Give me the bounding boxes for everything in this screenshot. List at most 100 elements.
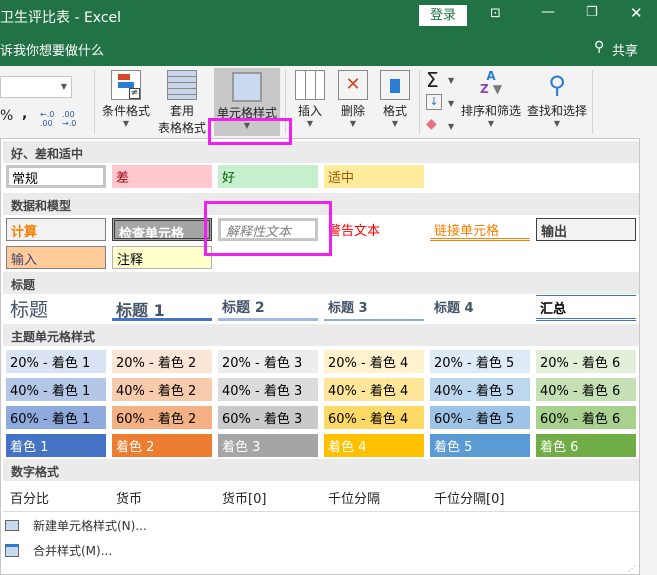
style-cell[interactable]: 差 [112, 165, 212, 188]
format-button[interactable]: 格式 ▼ [375, 66, 415, 128]
theme-style-cell[interactable]: 20% - 着色 6 [536, 350, 636, 373]
section-data-model: 数据和模型 [3, 193, 639, 215]
theme-style-cell[interactable]: 着色 1 [6, 434, 106, 457]
style-cell[interactable]: 输出 [536, 218, 636, 241]
heading-style-cell[interactable]: 标题 3 [324, 295, 424, 321]
theme-style-cell[interactable]: 40% - 着色 2 [112, 378, 212, 401]
number-format-cell[interactable]: 货币[0] [218, 486, 318, 509]
style-cell[interactable]: 警告文本 [324, 218, 424, 241]
format-cells-icon [380, 70, 410, 100]
share-button[interactable]: 共享 [612, 40, 638, 59]
style-cell[interactable]: 输入 [6, 246, 106, 269]
minimize-icon[interactable]: — [541, 4, 555, 20]
restore-icon[interactable]: ❐ [586, 5, 598, 20]
cell-styles-gallery: 好、差和适中 数据和模型 标题 主题单元格样式 数字格式 新建单元格样式(N).… [0, 138, 640, 575]
number-format-dropdown[interactable]: ▼ [0, 76, 72, 98]
theme-style-cell[interactable]: 40% - 着色 5 [430, 378, 530, 401]
merge-styles-label: 合并样式(M)... [33, 544, 113, 558]
find-select-button[interactable]: ⚲ 查找和选择 ▼ [524, 66, 590, 128]
style-cell[interactable]: 检查单元格 [112, 218, 212, 241]
login-button[interactable]: 登录 [419, 5, 467, 26]
insert-button[interactable]: 插入 ▼ [290, 66, 330, 128]
insert-label: 插入 [297, 104, 322, 118]
section-good-bad-neutral: 好、差和适中 [3, 141, 639, 163]
style-cell[interactable]: 好 [218, 165, 318, 188]
section-number-format: 数字格式 [3, 459, 639, 481]
theme-style-cell[interactable]: 20% - 着色 3 [218, 350, 318, 373]
sort-filter-button[interactable]: AZ ▼ 排序和筛选 ▼ [458, 66, 524, 129]
conditional-formatting-icon: ≠ [111, 70, 141, 100]
ribbon-display-icon[interactable]: ⊡ [490, 6, 501, 21]
insert-cells-icon [295, 70, 325, 100]
format-as-table-label2: 表格格式 [157, 121, 206, 135]
theme-style-cell[interactable]: 60% - 着色 4 [324, 406, 424, 429]
heading-style-cell[interactable]: 标题 1 [112, 295, 212, 321]
theme-style-cell[interactable]: 60% - 着色 5 [430, 406, 530, 429]
number-format-cell[interactable]: 货币 [112, 486, 212, 509]
theme-style-cell[interactable]: 20% - 着色 1 [6, 350, 106, 373]
section-titles: 标题 [3, 272, 639, 294]
find-select-label: 查找和选择 [526, 104, 587, 118]
style-cell[interactable]: 计算 [6, 218, 106, 241]
resize-grip[interactable]: ⋰ [628, 564, 636, 573]
magnifier-icon: ⚲ [548, 71, 566, 99]
clear-eraser-icon[interactable]: ◆ [426, 116, 437, 132]
number-format-cell[interactable]: 千位分隔 [324, 486, 424, 509]
theme-style-cell[interactable]: 40% - 着色 6 [536, 378, 636, 401]
cell-styles-label: 单元格样式 [216, 106, 277, 120]
theme-style-cell[interactable]: 着色 5 [430, 434, 530, 457]
theme-style-cell[interactable]: 60% - 着色 6 [536, 406, 636, 429]
format-as-table-icon [167, 70, 197, 100]
heading-style-cell[interactable]: 标题 4 [430, 295, 530, 321]
increase-decimal-button[interactable]: ←.0 .00 [40, 110, 60, 128]
theme-style-cell[interactable]: 60% - 着色 3 [218, 406, 318, 429]
sort-filter-icon: AZ ▼ [479, 69, 503, 96]
ribbon: ▼ % , ←.0 .00 .00 →.0 ≠ 条件格式 ▼ 套用表格格式 单元格… [0, 66, 657, 138]
title-bar: 卫生评比表 - Excel 登录 ⊡ — ❐ ✕ [0, 0, 657, 32]
theme-style-cell[interactable]: 40% - 着色 1 [6, 378, 106, 401]
number-format-cell[interactable]: 千位分隔[0] [430, 486, 530, 509]
delete-label: 删除 [340, 104, 365, 118]
theme-style-cell[interactable]: 着色 6 [536, 434, 636, 457]
format-as-table-button[interactable]: 套用 表格格式 [152, 66, 212, 136]
new-style-label: 新建单元格样式(N)... [33, 519, 147, 533]
decrease-decimal-button[interactable]: .00 →.0 [62, 110, 82, 128]
theme-style-cell[interactable]: 着色 3 [218, 434, 318, 457]
theme-style-cell[interactable]: 60% - 着色 2 [112, 406, 212, 429]
format-as-table-label: 套用 [169, 104, 194, 118]
section-theme-cell-styles: 主题单元格样式 [3, 324, 639, 346]
delete-button[interactable]: ✕ 删除 ▼ [333, 66, 373, 128]
user-icon: ⚲ [594, 39, 605, 55]
style-cell[interactable]: 适中 [324, 165, 424, 188]
heading-style-cell[interactable]: 标题 [6, 295, 106, 321]
theme-style-cell[interactable]: 20% - 着色 2 [112, 350, 212, 373]
heading-style-cell[interactable]: 汇总 [536, 295, 636, 321]
tell-me-input[interactable]: 诉我你想要做什么 [0, 40, 104, 59]
theme-style-cell[interactable]: 20% - 着色 4 [324, 350, 424, 373]
autosum-icon[interactable]: Σ [426, 68, 439, 92]
theme-style-cell[interactable]: 20% - 着色 5 [430, 350, 530, 373]
theme-style-cell[interactable]: 40% - 着色 3 [218, 378, 318, 401]
fill-icon[interactable]: ↓ [426, 94, 442, 110]
comma-style-button[interactable]: , [22, 106, 27, 122]
cell-styles-button[interactable]: 单元格样式 ▼ [214, 68, 280, 136]
theme-style-cell[interactable]: 60% - 着色 1 [6, 406, 106, 429]
style-cell[interactable]: 常规 [6, 165, 106, 188]
theme-style-cell[interactable]: 40% - 着色 4 [324, 378, 424, 401]
tell-me-bar: 诉我你想要做什么 ⚲ 共享 [0, 32, 657, 66]
percent-style-button[interactable]: % [0, 108, 13, 124]
style-cell[interactable]: 解释性文本 [218, 218, 318, 241]
sort-filter-label: 排序和筛选 [460, 104, 521, 118]
style-cell[interactable]: 注释 [112, 246, 212, 269]
theme-style-cell[interactable]: 着色 4 [324, 434, 424, 457]
number-format-cell[interactable]: 百分比 [6, 486, 106, 509]
window-title: 卫生评比表 - Excel [0, 10, 122, 26]
conditional-formatting-button[interactable]: ≠ 条件格式 ▼ [97, 66, 155, 128]
heading-style-cell[interactable]: 标题 2 [218, 295, 318, 321]
merge-styles-item[interactable]: 合并样式(M)... [5, 542, 112, 559]
new-cell-style-item[interactable]: 新建单元格样式(N)... [5, 517, 147, 534]
style-cell[interactable]: 链接单元格 [430, 218, 530, 241]
close-icon[interactable]: ✕ [630, 4, 643, 22]
delete-cells-icon: ✕ [338, 70, 368, 100]
theme-style-cell[interactable]: 着色 2 [112, 434, 212, 457]
